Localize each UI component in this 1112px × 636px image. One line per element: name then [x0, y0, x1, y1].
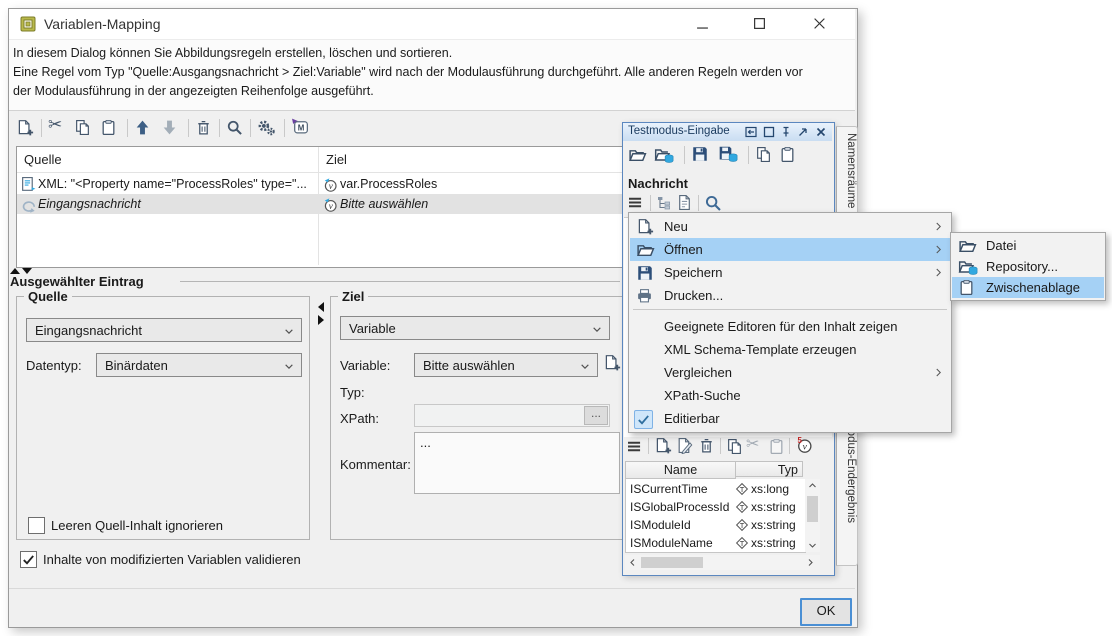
submenu-popup: Datei Repository... Zwischenablage [950, 232, 1106, 301]
oeffnen-submenu: Datei Repository... Zwischenablage [0, 0, 1112, 636]
submenu-item-datei[interactable]: Datei [952, 235, 1104, 256]
screen: Variablen-Mapping In diesem Dialog könne… [0, 0, 1112, 636]
submenu-item-label: Datei [986, 238, 1016, 253]
submenu-item-label: Zwischenablage [986, 280, 1080, 295]
folder-open-repository-icon [958, 258, 978, 276]
submenu-item-zwischenablage[interactable]: Zwischenablage [952, 277, 1104, 298]
submenu-item-repository[interactable]: Repository... [952, 256, 1104, 277]
clipboard-icon [958, 279, 975, 296]
submenu-item-label: Repository... [986, 259, 1058, 274]
folder-open-icon [958, 237, 977, 254]
